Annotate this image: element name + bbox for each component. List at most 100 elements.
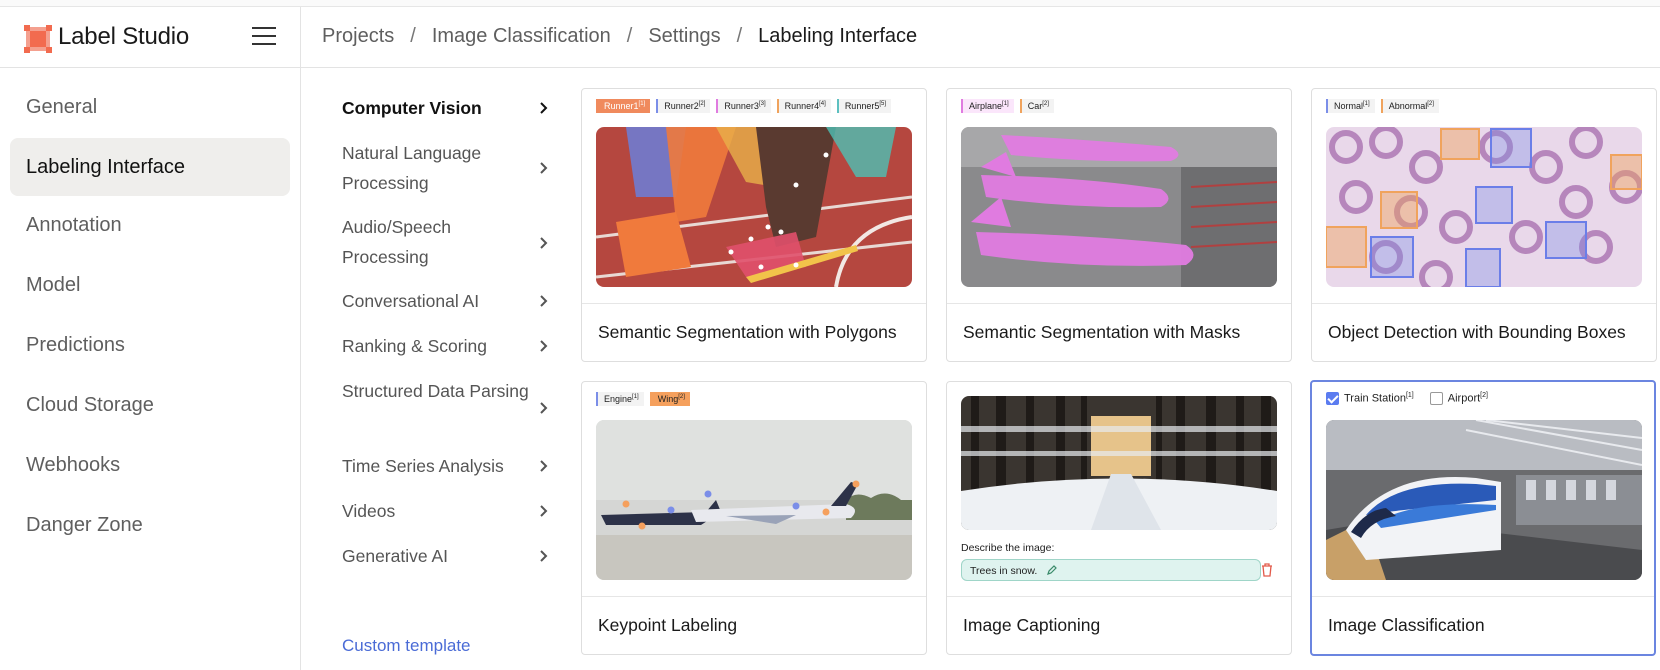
template-card-classification[interactable]: Train Station[1] Airport[2] Image Classi… xyxy=(1310,380,1656,656)
settings-sidebar: General Labeling Interface Annotation Mo… xyxy=(0,68,301,670)
category-generative-ai[interactable]: Generative AI xyxy=(342,541,542,571)
template-card-bounding-boxes[interactable]: Normal[1] Abnormal[2] Object Detection w… xyxy=(1311,88,1657,362)
label-hotkey: [3] xyxy=(758,101,766,107)
template-title: Object Detection with Bounding Boxes xyxy=(1328,322,1626,342)
label-text: Runner4 xyxy=(784,101,820,111)
template-title: Image Classification xyxy=(1328,615,1485,635)
template-preview: Describe the image: Trees in snow. xyxy=(947,382,1291,597)
template-categories: Computer Vision Natural Language Process… xyxy=(300,68,570,670)
label-text: Runner5 xyxy=(844,101,880,111)
template-preview: Engine[1] Wing[2] xyxy=(582,382,926,597)
label-chip: Runner3[3] xyxy=(716,99,771,113)
label-text: Normal xyxy=(1334,101,1364,111)
header-divider xyxy=(300,7,301,67)
blood-cells-image xyxy=(1326,127,1642,287)
breadcrumb-projects[interactable]: Projects xyxy=(322,25,394,48)
window-top-strip xyxy=(0,0,1660,7)
airplanes-image xyxy=(961,127,1277,287)
label-hotkey: [1] xyxy=(1002,101,1009,107)
label-text: Engine xyxy=(604,394,633,404)
label-hotkey: [2] xyxy=(698,101,706,107)
chevron-right-icon xyxy=(540,460,548,472)
choice-train-station[interactable]: Train Station[1] xyxy=(1326,392,1414,406)
menu-icon[interactable] xyxy=(252,27,276,47)
label-chip: Airplane[1] xyxy=(961,99,1014,113)
choice-hotkey: [2] xyxy=(1480,392,1488,399)
sidebar-item-annotation[interactable]: Annotation xyxy=(10,196,290,254)
chevron-right-icon xyxy=(540,237,548,249)
app-name: Label Studio xyxy=(58,23,190,50)
template-title: Keypoint Labeling xyxy=(598,615,738,635)
category-computer-vision[interactable]: Computer Vision xyxy=(342,93,542,123)
sidebar-item-predictions[interactable]: Predictions xyxy=(10,316,290,374)
label-hotkey: [4] xyxy=(819,101,826,107)
chevron-right-icon xyxy=(540,550,548,562)
custom-template-link[interactable]: Custom template xyxy=(342,636,471,656)
category-time-series[interactable]: Time Series Analysis xyxy=(342,451,542,481)
label-hotkey: [1] xyxy=(632,394,639,400)
template-card-masks[interactable]: Airplane[1] Car[2] Semantic Segmentation… xyxy=(946,88,1292,362)
category-audio-speech[interactable]: Audio/Speech Processing xyxy=(342,212,542,272)
label-hotkey: [2] xyxy=(678,394,685,400)
checkbox-checked-icon[interactable] xyxy=(1326,392,1339,406)
caption-prompt: Describe the image: xyxy=(961,542,1055,554)
breadcrumb-project[interactable]: Image Classification xyxy=(432,25,611,48)
choice-label: Train Station xyxy=(1344,392,1406,405)
train-station-image xyxy=(1326,420,1642,580)
sidebar-item-general[interactable]: General xyxy=(10,78,290,136)
template-preview: Train Station[1] Airport[2] xyxy=(1312,382,1654,597)
sidebar-item-model[interactable]: Model xyxy=(10,256,290,314)
classification-choices: Train Station[1] Airport[2] xyxy=(1326,392,1488,406)
choice-airport[interactable]: Airport[2] xyxy=(1429,392,1488,406)
label-chip: Runner5[5] xyxy=(836,99,892,113)
label-chip: Abnormal[2] xyxy=(1380,99,1439,113)
breadcrumb: Projects / Image Classification / Settin… xyxy=(322,25,917,48)
template-title: Semantic Segmentation with Polygons xyxy=(598,322,897,342)
label-text: Abnormal xyxy=(1388,101,1428,111)
category-structured-data[interactable]: Structured Data Parsing xyxy=(342,376,542,406)
caption-field[interactable]: Trees in snow. xyxy=(961,559,1261,581)
label-hotkey: [1] xyxy=(638,101,646,107)
label-text: Runner2 xyxy=(664,101,699,111)
breadcrumb-current: Labeling Interface xyxy=(758,25,918,47)
breadcrumb-separator: / xyxy=(626,25,633,47)
sidebar-item-danger-zone[interactable]: Danger Zone xyxy=(10,496,290,554)
pencil-icon[interactable] xyxy=(1046,564,1058,576)
sidebar-item-webhooks[interactable]: Webhooks xyxy=(10,436,290,494)
category-videos[interactable]: Videos xyxy=(342,496,542,526)
chevron-right-icon xyxy=(540,102,548,114)
label-studio-logo-icon[interactable] xyxy=(24,25,52,53)
template-title: Image Captioning xyxy=(963,615,1101,635)
breadcrumb-separator: / xyxy=(410,25,416,47)
trash-icon[interactable] xyxy=(1261,563,1273,577)
template-preview: Airplane[1] Car[2] xyxy=(947,89,1291,304)
template-card-keypoint[interactable]: Engine[1] Wing[2] Keypoint Labeling xyxy=(581,381,927,655)
label-chip: Runner1[1] xyxy=(596,99,651,113)
snow-forest-image xyxy=(961,396,1277,530)
jets-image xyxy=(596,420,912,580)
sidebar-item-cloud-storage[interactable]: Cloud Storage xyxy=(10,376,290,434)
sidebar-item-labeling-interface[interactable]: Labeling Interface xyxy=(10,138,290,196)
breadcrumb-settings[interactable]: Settings xyxy=(648,25,720,48)
template-card-polygons[interactable]: Runner1[1] Runner2[2] Runner3[3] Runner4… xyxy=(581,88,927,362)
choice-label: Airport xyxy=(1447,392,1481,405)
checkbox-icon[interactable] xyxy=(1429,392,1443,406)
category-nlp[interactable]: Natural Language Processing xyxy=(342,138,542,198)
label-chip: Car[2] xyxy=(1019,99,1054,113)
label-hotkey: [5] xyxy=(879,101,887,107)
label-chips: Engine[1] Wing[2] xyxy=(596,392,690,406)
runners-image xyxy=(596,127,912,287)
category-ranking-scoring[interactable]: Ranking & Scoring xyxy=(342,331,542,361)
breadcrumb-separator: / xyxy=(736,25,743,47)
label-chips: Airplane[1] Car[2] xyxy=(961,99,1054,113)
label-hotkey: [1] xyxy=(1363,101,1370,107)
template-card-captioning[interactable]: Describe the image: Trees in snow. Image… xyxy=(946,381,1292,655)
label-chip: Runner2[2] xyxy=(656,99,711,113)
label-text: Car xyxy=(1027,101,1043,111)
chevron-right-icon xyxy=(540,505,548,517)
category-conversational-ai[interactable]: Conversational AI xyxy=(342,286,542,316)
template-title: Semantic Segmentation with Masks xyxy=(963,322,1241,342)
top-header: Label Studio Projects / Image Classifica… xyxy=(0,7,1660,68)
label-chip: Normal[1] xyxy=(1326,99,1375,113)
caption-value: Trees in snow. xyxy=(970,565,1038,577)
